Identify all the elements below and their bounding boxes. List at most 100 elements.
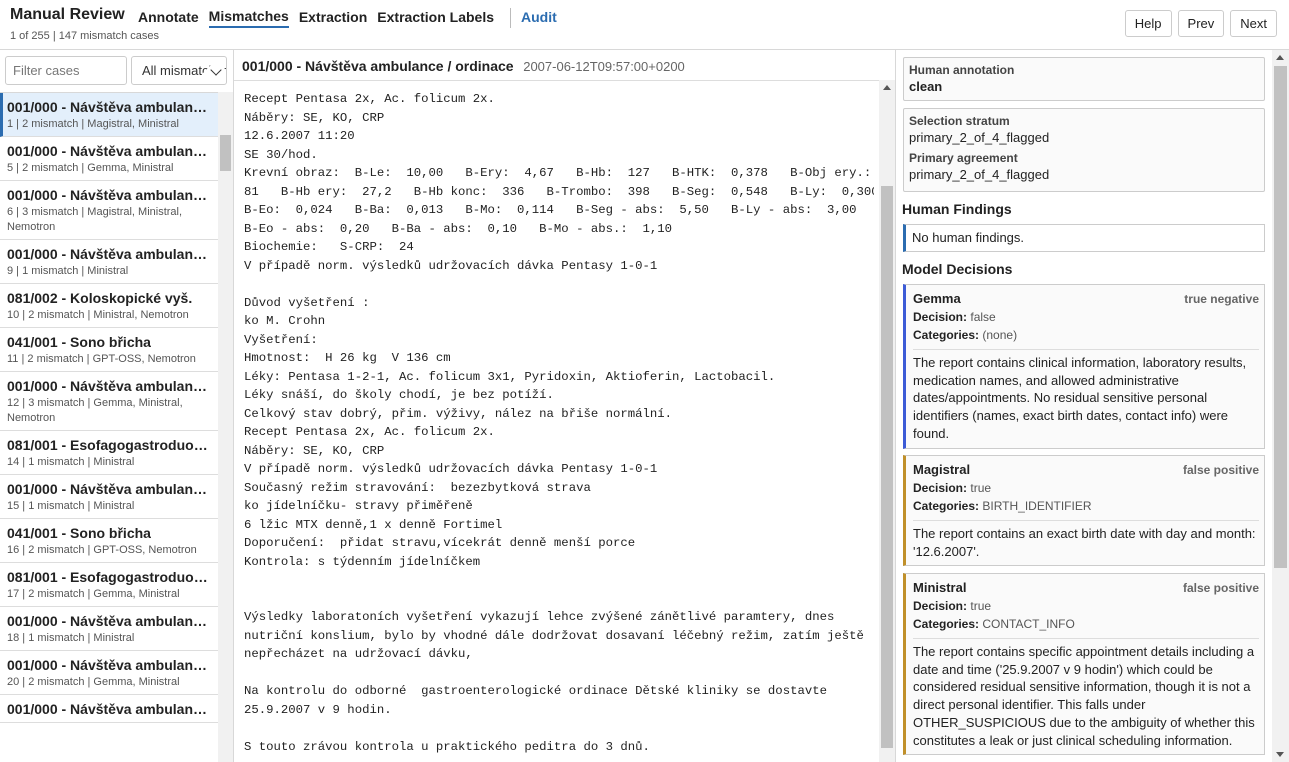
case-meta: 16 | 2 mismatch | GPT-OSS, Nemotron — [7, 544, 197, 556]
human-annotation-value: clean — [909, 79, 943, 94]
human-findings-box: No human findings. — [903, 224, 1265, 252]
card-decision-row: Decision: false — [913, 308, 1259, 326]
document-text: Recept Pentasa 2x, Ac. folicum 2x. Náběr… — [244, 92, 874, 754]
case-meta: 1 | 2 mismatch | Magistral, Ministral — [7, 118, 179, 130]
case-list-item[interactable]: 001/000 - Návštěva ambulance / ordinace 9… — [0, 240, 218, 284]
human-findings-heading: Human Findings — [902, 201, 1012, 217]
case-list-item[interactable]: 001/000 - Návštěva ambulance / ordinace — [0, 695, 218, 723]
case-title: 001/000 - Návštěva ambulance / ordinace — [7, 701, 211, 717]
case-title: 001/000 - Návštěva ambulance / ordinace — [7, 99, 211, 115]
case-title: 081/001 - Esofagogastroduodenoskopie — [7, 437, 211, 453]
case-list-item[interactable]: 041/001 - Sono břicha 16 | 2 mismatch | G… — [0, 519, 218, 563]
document-header: 001/000 - Návštěva ambulance / ordinace … — [242, 58, 685, 74]
case-title: 041/001 - Sono břicha — [7, 334, 151, 350]
card-categories-row: Categories: CONTACT_INFO — [913, 615, 1259, 633]
case-title: 001/000 - Návštěva ambulance / ordinace — [7, 246, 211, 262]
case-list-item[interactable]: 001/000 - Návštěva ambulance / ordinace 1… — [0, 372, 218, 431]
selection-info-box: Selection stratum primary_2_of_4_flagged… — [903, 108, 1265, 192]
next-button[interactable]: Next — [1230, 10, 1277, 37]
case-meta: 10 | 2 mismatch | Ministral, Nemotron — [7, 309, 189, 321]
case-meta: 15 | 1 mismatch | Ministral — [7, 500, 135, 512]
case-list-item[interactable]: 001/000 - Návštěva ambulance / ordinace 2… — [0, 651, 218, 695]
case-list-item[interactable]: 001/000 - Návštěva ambulance / ordinace 1… — [0, 93, 218, 137]
review-panel: Human annotation clean Selection stratum… — [896, 50, 1289, 762]
document-scrollbar[interactable] — [879, 80, 895, 762]
case-title: 001/000 - Návštěva ambulance / ordinace — [7, 143, 211, 159]
primary-agreement-value: primary_2_of_4_flagged — [909, 167, 1050, 182]
case-title: 081/002 - Koloskopické vyš. — [7, 290, 193, 306]
filter-cases-input[interactable] — [5, 56, 127, 85]
decision-label: Decision: — [913, 481, 968, 495]
selection-stratum-label: Selection stratum — [909, 114, 1010, 128]
nav-divider — [510, 8, 511, 28]
case-list-item[interactable]: 001/000 - Návštěva ambulance / ordinace 5… — [0, 137, 218, 181]
case-list-item[interactable]: 081/001 - Esofagogastroduodenoskopie 14 |… — [0, 431, 218, 475]
case-title: 001/000 - Návštěva ambulance / ordinace — [7, 187, 211, 203]
sidebar-scrollbar[interactable] — [218, 92, 233, 762]
human-annotation-label: Human annotation — [909, 63, 1015, 77]
decision-label: Decision: — [913, 599, 968, 613]
case-list-item[interactable]: 001/000 - Návštěva ambulance / ordinace 6… — [0, 181, 218, 240]
mismatch-filter-select[interactable]: All mismatches — [131, 56, 227, 85]
case-meta: 6 | 3 mismatch | Magistral, Ministral, N… — [7, 206, 183, 233]
case-meta: 14 | 1 mismatch | Ministral — [7, 456, 135, 468]
primary-agreement-label: Primary agreement — [909, 151, 1018, 165]
case-title: 081/001 - Esofagogastroduodenoskopie — [7, 569, 211, 585]
card-categories-row: Categories: BIRTH_IDENTIFIER — [913, 497, 1259, 515]
model-decisions-heading: Model Decisions — [902, 261, 1013, 277]
scroll-up-icon[interactable] — [883, 85, 891, 90]
panel-scrollbar[interactable] — [1272, 50, 1289, 762]
case-list-item[interactable]: 081/002 - Koloskopické vyš. 10 | 2 mismat… — [0, 284, 218, 328]
nav-extraction[interactable]: Extraction — [299, 9, 367, 27]
app-title: Manual Review — [10, 6, 125, 23]
card-rationale: The report contains specific appointment… — [913, 638, 1259, 749]
case-meta: 17 | 2 mismatch | Gemma, Ministral — [7, 588, 180, 600]
case-meta: 5 | 2 mismatch | Gemma, Ministral — [7, 162, 174, 174]
scroll-down-icon[interactable] — [1276, 752, 1284, 757]
case-sidebar: All mismatches 001/000 - Návštěva ambula… — [0, 50, 234, 762]
nav-extraction-labels[interactable]: Extraction Labels — [377, 9, 494, 27]
document-title: 001/000 - Návštěva ambulance / ordinace — [242, 58, 514, 74]
help-button[interactable]: Help — [1124, 10, 1172, 37]
header-buttons: Help Prev Next — [1124, 10, 1277, 37]
nav-audit[interactable]: Audit — [521, 9, 557, 27]
case-list-item[interactable]: 001/000 - Návštěva ambulance / ordinace 1… — [0, 607, 218, 651]
case-list-item[interactable]: 001/000 - Návštěva ambulance / ordinace 1… — [0, 475, 218, 519]
decision-card-magistral: Magistral false positive Decision: true Cat… — [903, 455, 1265, 567]
case-meta: 12 | 3 mismatch | Gemma, Ministral, Nemo… — [7, 397, 183, 424]
card-decision-row: Decision: true — [913, 479, 1259, 497]
card-verdict: true negative — [1184, 292, 1259, 306]
main-nav: Annotate Mismatches Extraction Extractio… — [138, 8, 567, 28]
sidebar-scrollbar-thumb[interactable] — [220, 135, 231, 171]
case-title: 041/001 - Sono břicha — [7, 525, 151, 541]
case-list-item[interactable]: 081/001 - Esofagogastroduodenoskopie 17 |… — [0, 563, 218, 607]
case-title: 001/000 - Návštěva ambulance / ordinace — [7, 613, 211, 629]
decision-label: Decision: — [913, 310, 968, 324]
panel-scrollbar-thumb[interactable] — [1274, 66, 1287, 568]
card-rationale: The report contains an exact birth date … — [913, 520, 1259, 560]
selection-stratum-value: primary_2_of_4_flagged — [909, 130, 1050, 145]
categories-label: Categories: — [913, 617, 980, 631]
case-meta: 20 | 2 mismatch | Gemma, Ministral — [7, 676, 180, 688]
document-pane: 001/000 - Návštěva ambulance / ordinace … — [234, 50, 896, 762]
categories-value: (none) — [982, 328, 1018, 342]
decision-value: true — [970, 599, 992, 613]
case-title: 001/000 - Návštěva ambulance / ordinace — [7, 378, 211, 394]
document-scrollbar-thumb[interactable] — [881, 186, 893, 748]
prev-button[interactable]: Prev — [1177, 10, 1225, 37]
card-verdict: false positive — [1182, 581, 1259, 595]
document-date: 2007-06-12T09:57:00+0200 — [523, 59, 685, 74]
decision-value: false — [970, 310, 996, 324]
case-title: 001/000 - Návštěva ambulance / ordinace — [7, 657, 211, 673]
decision-value: true — [970, 481, 992, 495]
case-meta: 11 | 2 mismatch | GPT-OSS, Nemotron — [7, 353, 196, 365]
nav-annotate[interactable]: Annotate — [138, 9, 199, 27]
card-verdict: false positive — [1182, 463, 1259, 477]
categories-value: CONTACT_INFO — [982, 617, 1075, 631]
scroll-up-icon[interactable] — [1276, 55, 1284, 60]
nav-mismatches[interactable]: Mismatches — [208, 8, 289, 28]
app-header: Manual Review 1 of 255 | 147 mismatch ca… — [0, 0, 1289, 50]
decision-card-ministral: Ministral false positive Decision: true Cat… — [903, 573, 1265, 756]
case-list-item[interactable]: 041/001 - Sono břicha 11 | 2 mismatch | G… — [0, 328, 218, 372]
categories-label: Categories: — [913, 499, 980, 513]
